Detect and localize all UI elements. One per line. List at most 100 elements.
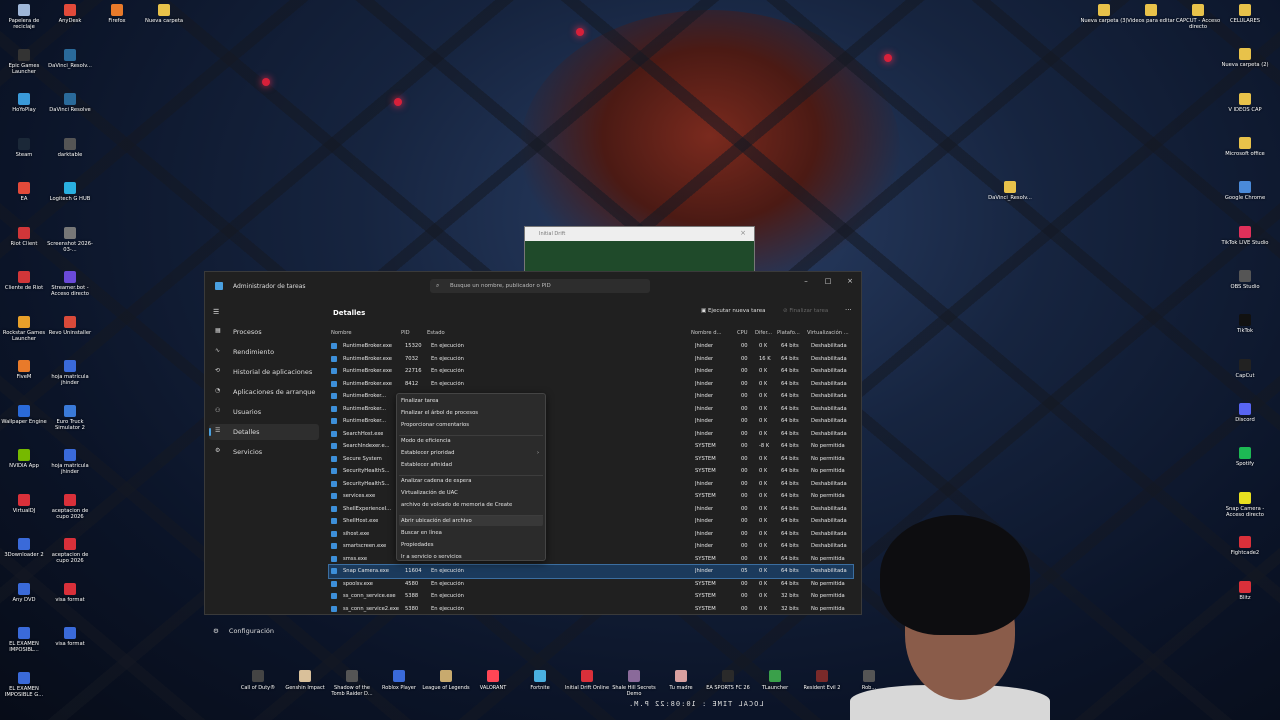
- column-header-state[interactable]: Estado: [427, 330, 445, 340]
- column-header-platform[interactable]: Platafo...: [777, 330, 800, 340]
- table-row[interactable]: spoolsv.exe 4580 En ejecución SYSTEM 00 0 K 64…: [329, 578, 853, 591]
- desktop-icon[interactable]: Papelera de reciclaje: [0, 4, 48, 30]
- nav-item-procesos[interactable]: ▦ Procesos: [209, 324, 319, 340]
- desktop-icon[interactable]: Nueva carpeta: [140, 4, 188, 24]
- more-options-icon[interactable]: ···: [845, 306, 852, 314]
- desktop-icon[interactable]: Fightcade2: [1221, 536, 1269, 556]
- desktop-icon[interactable]: HoYoPlay: [0, 93, 48, 113]
- close-icon[interactable]: ×: [740, 229, 746, 237]
- taskbar-app[interactable]: EA SPORTS FC 26: [703, 670, 753, 691]
- context-menu-item[interactable]: archivo de volcado de memoria de Create: [401, 502, 512, 508]
- table-row[interactable]: RuntimeBroker.exe 15320 En ejecución Jhinde…: [329, 340, 853, 353]
- initial-drift-window[interactable]: Initial Drift ×: [524, 226, 755, 272]
- desktop-icon[interactable]: VirtualDJ: [0, 493, 48, 514]
- desktop-icon[interactable]: TikTok LIVE Studio: [1221, 226, 1269, 246]
- desktop-icon[interactable]: Logitech G HUB: [46, 182, 94, 202]
- desktop-icon[interactable]: NVIDIA App: [0, 449, 48, 469]
- desktop-icon[interactable]: Nueva carpeta (3): [1080, 4, 1128, 24]
- desktop-icon[interactable]: Steam: [0, 137, 48, 158]
- minimize-icon[interactable]: –: [799, 277, 813, 285]
- search-input[interactable]: [450, 281, 645, 291]
- column-header-memory[interactable]: Difer...: [755, 330, 772, 340]
- desktop-icon[interactable]: Snap Camera - Acceso directo: [1221, 492, 1269, 518]
- close-icon[interactable]: ×: [843, 277, 857, 285]
- context-menu-item[interactable]: Finalizar tarea: [401, 398, 438, 404]
- taskbar-app[interactable]: Genshin Impact: [280, 670, 330, 691]
- context-menu-item[interactable]: Propiedades: [401, 542, 434, 548]
- desktop-icon[interactable]: DaVinci_Resolv...: [46, 48, 94, 69]
- context-menu-item[interactable]: Establecer afinidad: [401, 462, 452, 468]
- taskbar-app[interactable]: Shale Hill Secrets Demo: [609, 670, 659, 697]
- context-menu-item[interactable]: Buscar en línea: [401, 530, 442, 536]
- desktop-icon[interactable]: 3Downloader 2: [0, 538, 48, 558]
- desktop-icon[interactable]: Streamer.bot - Acceso directo: [46, 271, 94, 297]
- context-menu-item[interactable]: Analizar cadena de espera: [401, 478, 472, 484]
- table-row[interactable]: ss_conn_service.exe 5388 En ejecución SYSTE…: [329, 590, 853, 603]
- maximize-icon[interactable]: □: [821, 277, 835, 285]
- desktop-icon[interactable]: AnyDesk: [46, 4, 94, 24]
- column-header-cpu[interactable]: CPU: [737, 330, 748, 340]
- initial-drift-titlebar[interactable]: Initial Drift ×: [525, 227, 754, 241]
- taskbar-app[interactable]: Tu madre: [656, 670, 706, 691]
- column-header-name[interactable]: Nombre: [331, 330, 352, 340]
- desktop-icon[interactable]: hoja matricula jhinder: [46, 360, 94, 386]
- taskbar-app[interactable]: Roblox Player: [374, 670, 424, 691]
- desktop-icon[interactable]: EA: [0, 182, 48, 202]
- task-manager-titlebar[interactable]: Administrador de tareas ⌕ – □ ×: [205, 272, 861, 300]
- desktop-icon[interactable]: Revo Uninstaller: [46, 315, 94, 336]
- desktop-icon[interactable]: Epic Games Launcher: [0, 48, 48, 75]
- desktop-icon[interactable]: Any DVD: [0, 582, 48, 603]
- run-new-task-button[interactable]: ▣ Ejecutar nueva tarea: [701, 308, 766, 314]
- nav-item-servicios[interactable]: ⚙ Servicios: [209, 444, 319, 460]
- desktop-icon[interactable]: TikTok: [1221, 314, 1269, 334]
- context-menu-item[interactable]: Finalizar el árbol de procesos: [401, 410, 478, 416]
- table-row[interactable]: RuntimeBroker.exe 22716 En ejecución Jhinde…: [329, 365, 853, 378]
- desktop-icon[interactable]: Rockstar Games Launcher: [0, 315, 48, 342]
- hamburger-menu-icon[interactable]: ☰: [213, 308, 219, 316]
- taskbar-app[interactable]: Shadow of the Tomb Raider D...: [327, 670, 377, 697]
- desktop-icon[interactable]: Google Chrome: [1221, 181, 1269, 201]
- desktop-icon[interactable]: CAPCUT - Acceso directo: [1174, 4, 1222, 30]
- desktop-icon[interactable]: visa format: [46, 627, 94, 647]
- table-row[interactable]: RuntimeBroker.exe 8412 En ejecución Jhinder…: [329, 378, 853, 391]
- nav-item-rendimiento[interactable]: ∿ Rendimiento: [209, 344, 319, 360]
- desktop-icon[interactable]: Euro Truck Simulator 2: [46, 404, 94, 431]
- desktop-icon[interactable]: Microsoft office: [1221, 137, 1269, 157]
- desktop-icon[interactable]: darktable: [46, 137, 94, 158]
- search-box[interactable]: ⌕: [430, 279, 650, 293]
- desktop-icon[interactable]: Spotify: [1221, 447, 1269, 467]
- table-row[interactable]: Snap Camera.exe 11604 En ejecución Jhinder 0…: [328, 564, 854, 579]
- column-header-user[interactable]: Nombre d...: [691, 330, 722, 340]
- nav-item-detalles[interactable]: ☰ Detalles: [209, 424, 319, 440]
- context-menu-item[interactable]: Abrir ubicación del archivo: [401, 518, 472, 524]
- desktop-icon[interactable]: Discord: [1221, 403, 1269, 423]
- taskbar-app[interactable]: VALORANT: [468, 670, 518, 691]
- context-menu-item[interactable]: Ir a servicio o servicios: [401, 554, 462, 560]
- desktop-icon[interactable]: DaVinci Resolve: [46, 93, 94, 113]
- column-header-virtualization[interactable]: Virtualización ...: [807, 330, 849, 340]
- desktop-icon[interactable]: Screenshot 2026-03-...: [46, 226, 94, 253]
- desktop-icon[interactable]: FiveM: [0, 360, 48, 380]
- taskbar-app[interactable]: Call of Duty®: [233, 670, 283, 691]
- table-row[interactable]: RuntimeBroker.exe 7032 En ejecución Jhinder…: [329, 353, 853, 366]
- desktop-icon[interactable]: Riot Client: [0, 226, 48, 247]
- desktop-icon[interactable]: CELULARES: [1221, 4, 1269, 24]
- desktop-icon[interactable]: Videos para editar: [1127, 4, 1175, 24]
- context-menu-item[interactable]: Establecer prioridad: [401, 450, 454, 456]
- desktop-icon[interactable]: OBS Studio: [1221, 270, 1269, 290]
- desktop-icon[interactable]: aceptacion de cupo 2026: [46, 538, 94, 564]
- taskbar-app[interactable]: League of Legends: [421, 670, 471, 691]
- desktop-icon[interactable]: Firefox: [93, 4, 141, 24]
- context-menu-item[interactable]: Modo de eficiencia: [401, 438, 451, 444]
- desktop-icon[interactable]: aceptacion de cupo 2026: [46, 493, 94, 520]
- desktop-icon[interactable]: hoja matricula jhinder: [46, 449, 94, 475]
- nav-item-usuarios[interactable]: ⚇ Usuarios: [209, 404, 319, 420]
- table-row[interactable]: ss_conn_service2.exe 5380 En ejecución SYST…: [329, 603, 853, 616]
- settings-button[interactable]: ⚙ Configuración: [213, 627, 274, 635]
- end-task-button[interactable]: ⊘ Finalizar tarea: [783, 308, 828, 314]
- desktop-icon[interactable]: DaVinci_Resolv...: [986, 181, 1034, 201]
- desktop-icon[interactable]: Nueva carpeta (2): [1221, 48, 1269, 68]
- nav-item-aplicaciones-de-arranque[interactable]: ◔ Aplicaciones de arranque: [209, 384, 319, 400]
- taskbar-app[interactable]: TLauncher: [750, 670, 800, 691]
- desktop-icon[interactable]: Wallpaper Engine: [0, 404, 48, 425]
